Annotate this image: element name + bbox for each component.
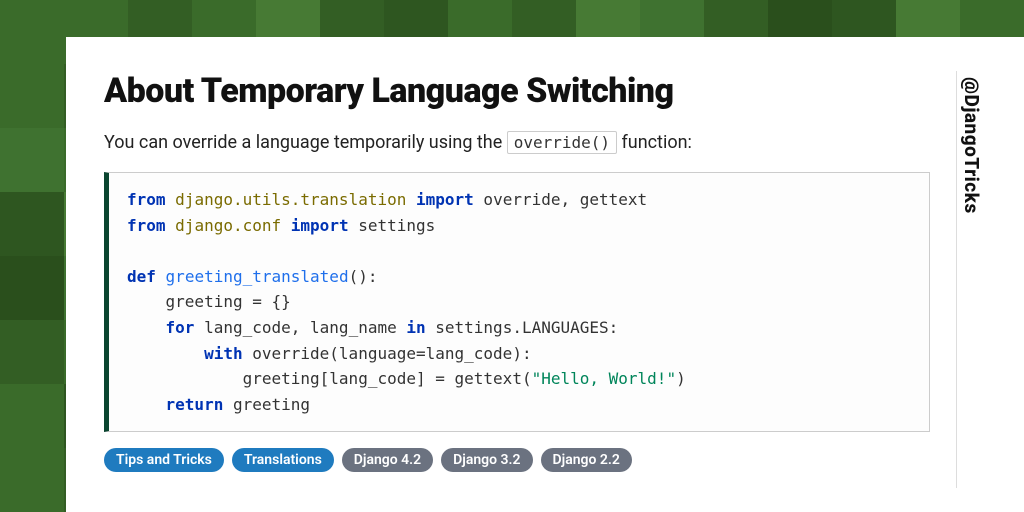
code-text: (): (349, 267, 378, 286)
tag-django-4-2[interactable]: Django 4.2 (342, 448, 433, 472)
code-text: override, gettext (474, 190, 647, 209)
tag-django-2-2[interactable]: Django 2.2 (541, 448, 632, 472)
code-text: ) (676, 369, 686, 388)
code-keyword: return (166, 395, 224, 414)
code-module: django.conf (175, 216, 281, 235)
code-keyword: import (416, 190, 474, 209)
code-text: override(language=lang_code): (243, 344, 532, 363)
tag-row: Tips and Tricks Translations Django 4.2 … (104, 448, 930, 472)
code-keyword: from (127, 216, 166, 235)
lead-text-prefix: You can override a language temporarily … (104, 132, 507, 153)
code-string: "Hello, World!" (532, 369, 677, 388)
lead-text-suffix: function: (622, 132, 692, 153)
code-keyword: with (204, 344, 243, 363)
code-text: settings (349, 216, 436, 235)
code-block: from django.utils.translation import ove… (104, 172, 930, 432)
code-text: settings.LANGUAGES: (426, 318, 619, 337)
code-keyword: import (291, 216, 349, 235)
code-keyword: def (127, 267, 156, 286)
main-column: About Temporary Language Switching You c… (104, 71, 930, 488)
code-text: greeting (223, 395, 310, 414)
lead-paragraph: You can override a language temporarily … (104, 129, 930, 156)
code-text: greeting = {} (127, 292, 291, 311)
code-keyword: for (166, 318, 195, 337)
tag-translations[interactable]: Translations (232, 448, 334, 472)
code-text (127, 318, 166, 337)
code-text (127, 395, 166, 414)
code-module: django.utils.translation (175, 190, 406, 209)
inline-code-override: override() (507, 131, 617, 154)
tag-tips-and-tricks[interactable]: Tips and Tricks (104, 448, 224, 472)
code-function: greeting_translated (166, 267, 349, 286)
code-keyword: in (406, 318, 425, 337)
author-handle[interactable]: @DjangoTricks (960, 77, 983, 214)
code-text: lang_code, lang_name (194, 318, 406, 337)
code-keyword: from (127, 190, 166, 209)
side-column: @DjangoTricks (956, 71, 986, 488)
page-title: About Temporary Language Switching (104, 71, 930, 111)
content-card: About Temporary Language Switching You c… (66, 37, 1024, 512)
tag-django-3-2[interactable]: Django 3.2 (441, 448, 532, 472)
code-text (127, 344, 204, 363)
code-text: greeting[lang_code] = gettext( (127, 369, 532, 388)
